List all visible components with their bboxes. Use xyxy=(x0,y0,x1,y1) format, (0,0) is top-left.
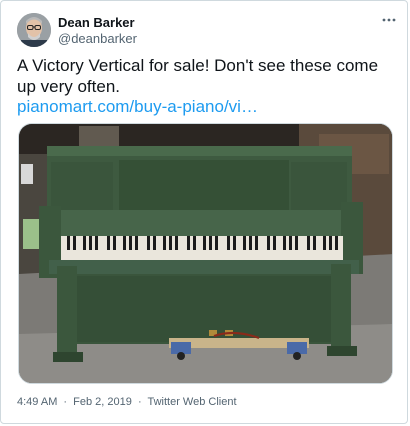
tweet-media[interactable] xyxy=(18,123,393,384)
tweet-text: A Victory Vertical for sale! Don't see t… xyxy=(17,56,379,96)
tweet-date[interactable]: Feb 2, 2019 xyxy=(73,396,132,408)
piano-photo xyxy=(19,124,392,383)
tweet-metadata: 4:49 AM · Feb 2, 2019 · Twitter Web Clie… xyxy=(17,396,240,408)
author-display-name[interactable]: Dean Barker xyxy=(58,15,135,30)
more-horizontal-icon xyxy=(382,18,396,22)
author-handle[interactable]: @deanbarker xyxy=(58,31,137,46)
tweet-link[interactable]: pianomart.com/buy-a-piano/vi… xyxy=(17,96,258,117)
avatar[interactable] xyxy=(17,13,51,47)
avatar-photo xyxy=(17,13,51,47)
tweet-card: Dean Barker @deanbarker A Victory Vertic… xyxy=(0,0,408,424)
more-options-button[interactable] xyxy=(377,11,401,29)
tweet-client[interactable]: Twitter Web Client xyxy=(147,396,236,408)
tweet-time[interactable]: 4:49 AM xyxy=(17,396,57,408)
meta-separator: · xyxy=(137,396,142,408)
meta-separator: · xyxy=(63,396,68,408)
